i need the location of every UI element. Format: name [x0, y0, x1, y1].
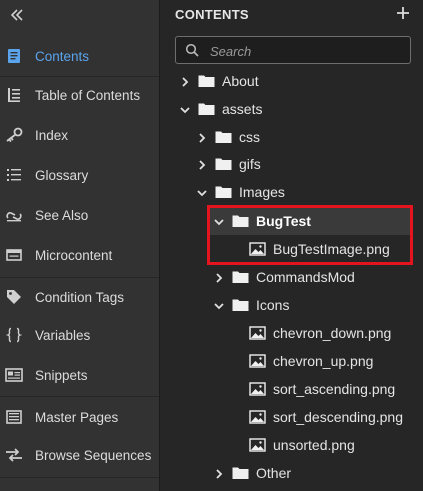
chevron-down-icon[interactable]: [214, 216, 224, 226]
sidebar-item-browse-sequences[interactable]: Browse Sequences: [0, 437, 159, 473]
sidebar: Contents Table of Contents Index Glossar…: [0, 0, 160, 491]
tree-folder-row[interactable]: About: [160, 67, 423, 95]
sidebar-item-master-pages[interactable]: Master Pages: [0, 399, 159, 435]
sidebar-item-label: Snippets: [35, 367, 88, 383]
microcontent-icon: [5, 246, 23, 264]
tree-file-row[interactable]: chevron_up.png: [160, 347, 423, 375]
master-pages-icon: [5, 408, 23, 426]
tree-folder-row[interactable]: Icons: [160, 291, 423, 319]
folder-icon: [215, 129, 232, 145]
see-also-icon: [5, 206, 23, 224]
tree-item-label: chevron_down.png: [273, 325, 392, 341]
folder-icon: [232, 465, 249, 481]
tree-folder-row[interactable]: Other: [160, 459, 423, 487]
sidebar-item-variables[interactable]: Variables: [0, 317, 159, 353]
tree-item-label: Icons: [256, 297, 290, 313]
chevron-down-icon[interactable]: [214, 300, 224, 310]
key-icon: [5, 126, 23, 144]
chevron-right-icon[interactable]: [197, 132, 207, 143]
chevron-right-icon[interactable]: [197, 159, 207, 170]
snippet-icon: [5, 366, 23, 384]
tree-item-label: chevron_up.png: [273, 353, 374, 369]
sidebar-item-label: Master Pages: [35, 409, 119, 425]
tree-folder-row[interactable]: Images: [160, 178, 423, 206]
chevron-right-icon[interactable]: [214, 272, 224, 283]
folder-icon: [198, 101, 215, 117]
folder-icon: [232, 213, 249, 229]
tag-icon: [5, 288, 23, 306]
tree-item-label: Images: [239, 184, 285, 200]
chevron-double-left-icon[interactable]: [8, 6, 26, 24]
sidebar-item-label: Microcontent: [35, 247, 113, 263]
image-file-icon: [249, 381, 266, 397]
tree-item-label: sort_ascending.png: [273, 381, 396, 397]
chevron-right-icon[interactable]: [214, 468, 224, 479]
tree-item-label: sort_descending.png: [273, 409, 403, 425]
toc-icon: [5, 86, 23, 104]
tree-file-row[interactable]: sort_ascending.png: [160, 375, 423, 403]
sidebar-item-label: Index: [35, 127, 69, 143]
tree-folder-row[interactable]: BugTest: [208, 207, 413, 235]
sidebar-item-contents[interactable]: Contents: [0, 38, 159, 74]
sidebar-item-glossary[interactable]: Glossary: [0, 157, 159, 193]
panel-title: CONTENTS: [175, 7, 249, 22]
tree-item-label: assets: [222, 101, 263, 117]
tree-folder-row[interactable]: CommandsMod: [160, 263, 423, 291]
image-file-icon: [249, 241, 266, 257]
tree-file-row[interactable]: unsorted.png: [160, 431, 423, 459]
divider: [0, 396, 159, 397]
sidebar-item-condition-tags[interactable]: Condition Tags: [0, 279, 159, 315]
sidebar-item-label: Browse Sequences: [35, 447, 152, 463]
sidebar-item-see-also[interactable]: See Also: [0, 197, 159, 233]
tree-file-row[interactable]: BugTestImage.png: [160, 235, 423, 263]
sidebar-item-table-of-contents[interactable]: Table of Contents: [0, 77, 159, 113]
tree-item-label: BugTestImage.png: [273, 241, 390, 257]
image-file-icon: [249, 353, 266, 369]
sidebar-item-label: Condition Tags: [35, 289, 125, 305]
sidebar-item-snippets[interactable]: Snippets: [0, 357, 159, 393]
tree-item-label: BugTest: [256, 213, 311, 229]
search-input[interactable]: [208, 40, 402, 62]
glossary-icon: [5, 166, 23, 184]
sidebar-item-label: Contents: [35, 48, 90, 64]
search-box[interactable]: [175, 36, 411, 64]
divider: [0, 477, 159, 478]
sidebar-item-label: See Also: [35, 207, 89, 223]
tree-item-label: About: [222, 73, 259, 89]
chevron-down-icon[interactable]: [197, 187, 207, 197]
braces-icon: [5, 326, 23, 344]
search-icon: [185, 43, 199, 57]
tree-folder-row[interactable]: gifs: [160, 150, 423, 178]
tree-item-label: css: [239, 129, 260, 145]
folder-icon: [198, 73, 215, 89]
tree-file-row[interactable]: chevron_down.png: [160, 319, 423, 347]
sidebar-item-index[interactable]: Index: [0, 117, 159, 153]
sidebar-item-label: Glossary: [35, 167, 89, 183]
tree-file-row[interactable]: sort_descending.png: [160, 403, 423, 431]
sidebar-item-microcontent[interactable]: Microcontent: [0, 237, 159, 273]
contents-icon: [5, 47, 23, 65]
tree-folder-row[interactable]: css: [160, 123, 423, 151]
folder-icon: [215, 156, 232, 172]
chevron-right-icon[interactable]: [180, 76, 190, 87]
tree-item-label: CommandsMod: [256, 269, 355, 285]
folder-icon: [232, 297, 249, 313]
plus-icon[interactable]: [393, 3, 413, 23]
tree-item-label: unsorted.png: [273, 437, 355, 453]
folder-icon: [232, 269, 249, 285]
tree-item-label: Other: [256, 465, 292, 481]
sidebar-item-label: Table of Contents: [35, 87, 141, 103]
divider: [0, 277, 159, 278]
tree-item-label: gifs: [239, 156, 261, 172]
image-file-icon: [249, 437, 266, 453]
tree-folder-row[interactable]: assets: [160, 95, 423, 123]
image-file-icon: [249, 409, 266, 425]
folder-icon: [215, 184, 232, 200]
chevron-down-icon[interactable]: [180, 104, 190, 114]
browse-sequences-icon: [5, 446, 23, 464]
image-file-icon: [249, 325, 266, 341]
sidebar-item-label: Variables: [35, 327, 91, 343]
